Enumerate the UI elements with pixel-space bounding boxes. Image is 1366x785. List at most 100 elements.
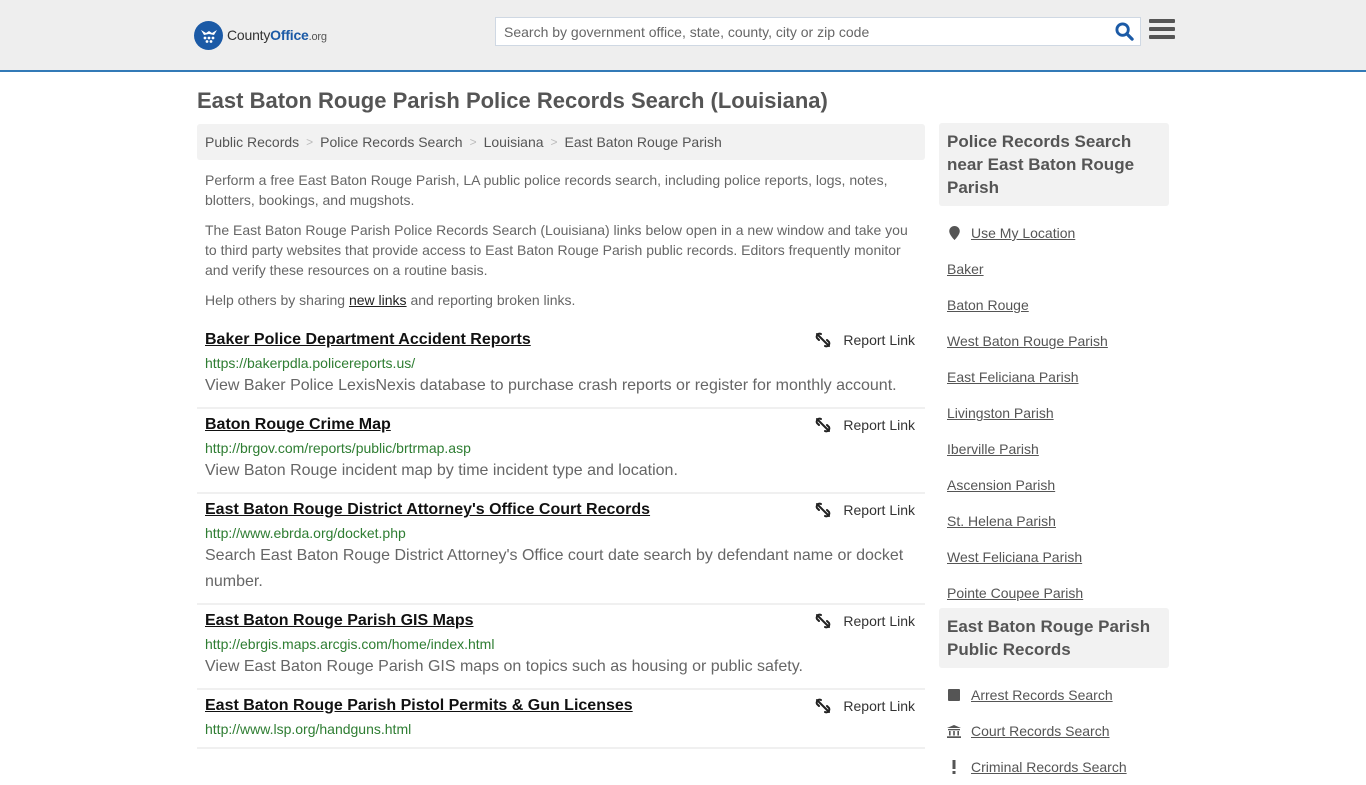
result-item: East Baton Rouge District Attorney's Off…: [197, 494, 925, 605]
breadcrumb: Public Records > Police Records Search >…: [197, 124, 925, 160]
site-logo[interactable]: CountyOffice.org: [194, 20, 327, 50]
intro-paragraph-2: The East Baton Rouge Parish Police Recor…: [205, 222, 908, 278]
breadcrumb-police-records-search[interactable]: Police Records Search: [320, 134, 462, 150]
result-description: View Baton Rouge incident map by time in…: [205, 462, 678, 479]
sidebar-nearby-heading: Police Records Search near East Baton Ro…: [939, 123, 1169, 206]
breadcrumb-louisiana[interactable]: Louisiana: [484, 134, 544, 150]
eagle-stars-icon: [194, 20, 223, 50]
search-button[interactable]: [1108, 18, 1140, 45]
breadcrumb-separator: >: [469, 135, 477, 149]
use-my-location-item: Use My Location: [947, 215, 1169, 251]
broken-link-icon: [816, 417, 831, 433]
sidebar-public-records-heading: East Baton Rouge Parish Public Records: [939, 608, 1169, 668]
public-records-item: Arrest Records Search: [947, 677, 1169, 713]
broken-link-icon: [816, 502, 831, 518]
nearby-item: Ascension Parish: [947, 467, 1169, 503]
result-title-link[interactable]: Baker Police Department Accident Reports: [205, 330, 531, 350]
nearby-item: East Feliciana Parish: [947, 359, 1169, 395]
public-records-item: Court Records Search: [947, 713, 1169, 749]
results-list: Baker Police Department Accident Reports…: [197, 324, 925, 749]
criminal-records-search-link[interactable]: Criminal Records Search: [971, 759, 1127, 775]
report-link-label: Report Link: [843, 502, 915, 518]
report-link-label: Report Link: [843, 417, 915, 433]
site-header: CountyOffice.org: [0, 0, 1366, 72]
nearby-link-baker[interactable]: Baker: [947, 261, 984, 277]
nearby-item: St. Helena Parish: [947, 503, 1169, 539]
search-bar: [495, 17, 1141, 46]
report-link-label: Report Link: [843, 698, 915, 714]
report-link-label: Report Link: [843, 613, 915, 629]
exclamation-icon: [947, 760, 961, 774]
nearby-link-livingston-parish[interactable]: Livingston Parish: [947, 405, 1054, 421]
result-url[interactable]: https://bakerpdla.policereports.us/: [205, 353, 917, 373]
nearby-item: Baton Rouge: [947, 287, 1169, 323]
breadcrumb-east-baton-rouge-parish[interactable]: East Baton Rouge Parish: [565, 134, 722, 150]
courthouse-icon: [947, 724, 961, 738]
report-link-button[interactable]: Report Link: [815, 417, 915, 433]
search-icon: [1114, 22, 1134, 41]
intro-paragraph-3: Help others by sharing new links and rep…: [205, 290, 920, 310]
sidebar-public-records: East Baton Rouge Parish Public Records A…: [939, 608, 1169, 785]
result-item: East Baton Rouge Parish GIS Maps http://…: [197, 605, 925, 690]
result-title-link[interactable]: East Baton Rouge Parish Pistol Permits &…: [205, 696, 633, 716]
report-link-label: Report Link: [843, 332, 915, 348]
nearby-item: West Baton Rouge Parish: [947, 323, 1169, 359]
public-records-list: Arrest Records Search Court Records Sear…: [939, 677, 1169, 785]
breadcrumb-separator: >: [306, 135, 314, 149]
page-title: East Baton Rouge Parish Police Records S…: [197, 88, 828, 113]
nearby-link-pointe-coupee-parish[interactable]: Pointe Coupee Parish: [947, 585, 1083, 601]
broken-link-icon: [816, 332, 831, 348]
report-link-button[interactable]: Report Link: [815, 502, 915, 518]
sidebar-nearby: Police Records Search near East Baton Ro…: [939, 123, 1169, 611]
nearby-link-baton-rouge[interactable]: Baton Rouge: [947, 297, 1029, 313]
broken-link-icon: [816, 698, 831, 714]
new-links-link[interactable]: new links: [349, 292, 407, 308]
result-title-link[interactable]: East Baton Rouge District Attorney's Off…: [205, 500, 650, 520]
breadcrumb-public-records[interactable]: Public Records: [205, 134, 299, 150]
nearby-link-west-feliciana-parish[interactable]: West Feliciana Parish: [947, 549, 1082, 565]
result-item: Baton Rouge Crime Map http://brgov.com/r…: [197, 409, 925, 494]
nearby-item: Baker: [947, 251, 1169, 287]
arrest-records-search-link[interactable]: Arrest Records Search: [971, 687, 1113, 703]
intro-paragraph-1: Perform a free East Baton Rouge Parish, …: [205, 172, 888, 208]
nearby-item: Livingston Parish: [947, 395, 1169, 431]
logo-office: Office: [270, 27, 309, 43]
breadcrumb-separator: >: [550, 135, 558, 149]
map-marker-icon: [947, 226, 961, 240]
nearby-link-east-feliciana-parish[interactable]: East Feliciana Parish: [947, 369, 1079, 385]
report-link-button[interactable]: Report Link: [815, 698, 915, 714]
public-records-item: Criminal Records Search: [947, 749, 1169, 785]
broken-link-icon: [816, 613, 831, 629]
hamburger-menu-icon[interactable]: [1149, 19, 1175, 43]
intro-text: Perform a free East Baton Rouge Parish, …: [205, 170, 920, 320]
result-url[interactable]: http://brgov.com/reports/public/brtrmap.…: [205, 438, 917, 458]
nearby-link-ascension-parish[interactable]: Ascension Parish: [947, 477, 1055, 493]
logo-county: County: [227, 27, 271, 43]
logo-org: .org: [308, 31, 327, 43]
result-title-link[interactable]: Baton Rouge Crime Map: [205, 415, 391, 435]
result-description: Search East Baton Rouge District Attorne…: [205, 547, 904, 590]
nearby-item: Pointe Coupee Parish: [947, 575, 1169, 611]
nearby-item: Iberville Parish: [947, 431, 1169, 467]
result-url[interactable]: http://www.ebrda.org/docket.php: [205, 523, 917, 543]
logo-text: CountyOffice.org: [227, 27, 327, 43]
result-url[interactable]: http://www.lsp.org/handguns.html: [205, 719, 917, 739]
nearby-item: West Feliciana Parish: [947, 539, 1169, 575]
search-input[interactable]: [496, 18, 1108, 45]
court-records-search-link[interactable]: Court Records Search: [971, 723, 1110, 739]
result-url[interactable]: http://ebrgis.maps.arcgis.com/home/index…: [205, 634, 917, 654]
result-item: Baker Police Department Accident Reports…: [197, 324, 925, 409]
use-my-location-link[interactable]: Use My Location: [971, 225, 1075, 241]
intro-help-text-end: and reporting broken links.: [406, 292, 576, 308]
square-icon: [947, 689, 961, 701]
report-link-button[interactable]: Report Link: [815, 613, 915, 629]
nearby-list: Use My Location Baker Baton Rouge West B…: [939, 215, 1169, 611]
nearby-link-west-baton-rouge-parish[interactable]: West Baton Rouge Parish: [947, 333, 1108, 349]
intro-help-text: Help others by sharing: [205, 292, 349, 308]
nearby-link-iberville-parish[interactable]: Iberville Parish: [947, 441, 1039, 457]
result-description: View East Baton Rouge Parish GIS maps on…: [205, 658, 803, 675]
nearby-link-st-helena-parish[interactable]: St. Helena Parish: [947, 513, 1056, 529]
result-item: East Baton Rouge Parish Pistol Permits &…: [197, 690, 925, 749]
report-link-button[interactable]: Report Link: [815, 332, 915, 348]
result-title-link[interactable]: East Baton Rouge Parish GIS Maps: [205, 611, 474, 631]
